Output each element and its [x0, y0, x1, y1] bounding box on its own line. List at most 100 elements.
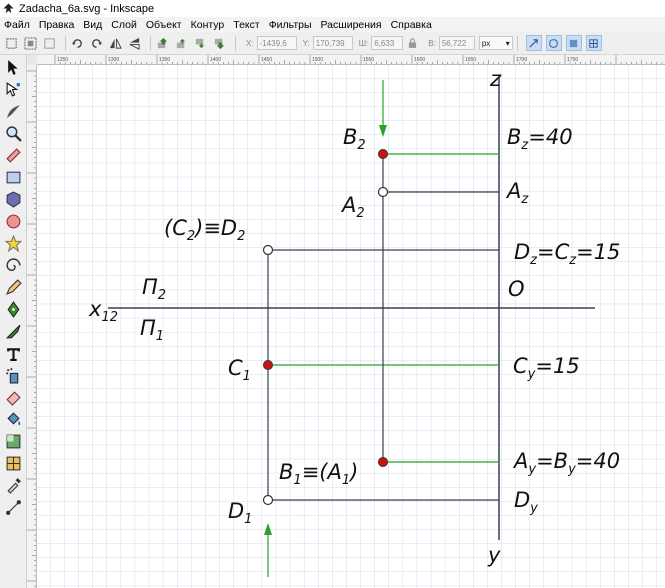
- z-axis-label: z: [489, 67, 502, 91]
- tool-controls-bar: X: -1439,6 Y: 170,739 Ш: 6,633 В: 56,722…: [0, 32, 665, 55]
- raise-to-top-icon[interactable]: [155, 36, 170, 51]
- toolbar-separator: [235, 35, 236, 51]
- inkscape-logo-icon: [3, 3, 14, 14]
- scale-stroke-toggle[interactable]: [525, 35, 542, 51]
- menu-file[interactable]: Файл: [4, 19, 30, 31]
- h-label: В:: [428, 38, 436, 48]
- ruler-label: 1750: [567, 57, 578, 63]
- point-b2[interactable]: [378, 149, 388, 159]
- tweak-tool-icon[interactable]: [3, 101, 23, 121]
- horizontal-ruler-scale: 1250 1300 1350 1400 1450 1500 1550 1600 1650 1700…: [54, 55, 663, 64]
- drawing-canvas[interactable]: z y x12 Π2 Π1 O B2 A2 (C2)≡D2 C1 B1≡(A1)…: [37, 65, 665, 588]
- y-field[interactable]: 170,739: [312, 36, 353, 50]
- point-d1[interactable]: [262, 494, 274, 506]
- calligraphy-tool-icon[interactable]: [3, 321, 23, 341]
- unit-value: px: [481, 38, 491, 48]
- bz-label: Bz=40: [507, 125, 573, 153]
- flip-horizontal-icon[interactable]: [108, 36, 123, 51]
- lower-to-bottom-icon[interactable]: [212, 36, 227, 51]
- lower-icon[interactable]: [193, 36, 208, 51]
- drawing-svg: z y x12 Π2 Π1 O B2 A2 (C2)≡D2 C1 B1≡(A1)…: [37, 65, 665, 588]
- x-field[interactable]: -1439,6: [256, 36, 297, 50]
- deselect-icon[interactable]: [42, 36, 57, 51]
- mesh-tool-icon[interactable]: [3, 453, 23, 473]
- ruler-label: 1450: [261, 57, 272, 63]
- menu-extensions[interactable]: Расширения: [321, 19, 382, 31]
- menu-view[interactable]: Вид: [83, 19, 102, 31]
- ruler-label: 1700: [516, 57, 527, 63]
- gradient-tool-icon[interactable]: [3, 431, 23, 451]
- ruler-label: 1350: [159, 57, 170, 63]
- toolbar-separator: [516, 35, 518, 51]
- select-all-icon[interactable]: [4, 36, 19, 51]
- ruler-corner: [27, 55, 37, 65]
- spiral-tool-icon[interactable]: [3, 255, 23, 275]
- point-c1[interactable]: [263, 360, 273, 370]
- horizontal-ruler[interactable]: 1250 1300 1350 1400 1450 1500 1550 1600 1650 1700…: [37, 55, 665, 65]
- pencil-tool-icon[interactable]: [3, 277, 23, 297]
- scale-corners-toggle[interactable]: [545, 35, 562, 51]
- toolbar-separator: [150, 35, 151, 51]
- menu-bar: Файл Правка Вид Слой Объект Контур Текст…: [0, 17, 665, 32]
- move-patterns-toggle[interactable]: [585, 35, 602, 51]
- eraser-tool-icon[interactable]: [3, 387, 23, 407]
- menu-object[interactable]: Объект: [146, 19, 182, 31]
- ruler-label: 1500: [312, 57, 323, 63]
- select-all-layers-icon[interactable]: [23, 36, 38, 51]
- node-tool-icon[interactable]: [3, 79, 23, 99]
- flip-vertical-icon[interactable]: [127, 36, 142, 51]
- ruler-label: 1250: [57, 57, 68, 63]
- y-axis-label: y: [487, 543, 501, 567]
- toolbox: [0, 55, 27, 588]
- star-tool-icon[interactable]: [3, 233, 23, 253]
- spray-tool-icon[interactable]: [3, 365, 23, 385]
- menu-path[interactable]: Контур: [191, 19, 225, 31]
- title-bar: Zadacha_6a.svg - Inkscape: [0, 0, 665, 17]
- connector-tool-icon[interactable]: [3, 497, 23, 517]
- unit-select[interactable]: px ▾: [478, 36, 513, 50]
- height-field[interactable]: 56,722: [438, 36, 475, 50]
- chevron-down-icon: ▾: [505, 38, 510, 48]
- raise-icon[interactable]: [174, 36, 189, 51]
- menu-text[interactable]: Текст: [233, 19, 259, 31]
- text-tool-icon[interactable]: [3, 343, 23, 363]
- c2-d2-label: (C2)≡D2: [164, 216, 245, 244]
- y-label: Y:: [302, 38, 310, 48]
- cy-label: Cy=15: [513, 354, 580, 382]
- paint-bucket-tool-icon[interactable]: [3, 409, 23, 429]
- zoom-tool-icon[interactable]: [3, 123, 23, 143]
- menu-edit[interactable]: Правка: [39, 19, 74, 31]
- move-gradients-toggle[interactable]: [565, 35, 582, 51]
- toolbar-separator: [65, 35, 66, 51]
- rotate-cw-icon[interactable]: [89, 36, 104, 51]
- width-field[interactable]: 6,633: [371, 36, 404, 50]
- ruler-label: 1600: [414, 57, 425, 63]
- origin-label: O: [508, 277, 525, 301]
- rotate-ccw-icon[interactable]: [70, 36, 85, 51]
- menu-help[interactable]: Справка: [391, 19, 432, 31]
- ruler-label: 1650: [465, 57, 476, 63]
- rectangle-tool-icon[interactable]: [3, 167, 23, 187]
- dz-cz-label: Dz=Cz=15: [514, 240, 620, 268]
- x-label: X:: [246, 38, 254, 48]
- measure-tool-icon[interactable]: [3, 145, 23, 165]
- pen-tool-icon[interactable]: [3, 299, 23, 319]
- vertical-ruler[interactable]: [27, 65, 37, 588]
- 3d-box-tool-icon[interactable]: [3, 189, 23, 209]
- w-label: Ш:: [358, 38, 369, 48]
- dropper-tool-icon[interactable]: [3, 475, 23, 495]
- ruler-label: 1400: [210, 57, 221, 63]
- menu-layer[interactable]: Слой: [111, 19, 137, 31]
- point-b1[interactable]: [378, 457, 388, 467]
- ay-by-label: Ay=By=40: [512, 449, 620, 477]
- point-d2[interactable]: [262, 244, 274, 256]
- window-title: Zadacha_6a.svg - Inkscape: [19, 2, 155, 15]
- ellipse-tool-icon[interactable]: [3, 211, 23, 231]
- menu-filters[interactable]: Фильтры: [269, 19, 312, 31]
- lock-icon[interactable]: [408, 38, 417, 48]
- ruler-label: 1300: [108, 57, 119, 63]
- selector-tool-icon[interactable]: [3, 57, 23, 77]
- vertical-ruler-scale: [27, 70, 36, 587]
- ruler-label: 1550: [363, 57, 374, 63]
- point-a2[interactable]: [377, 186, 389, 198]
